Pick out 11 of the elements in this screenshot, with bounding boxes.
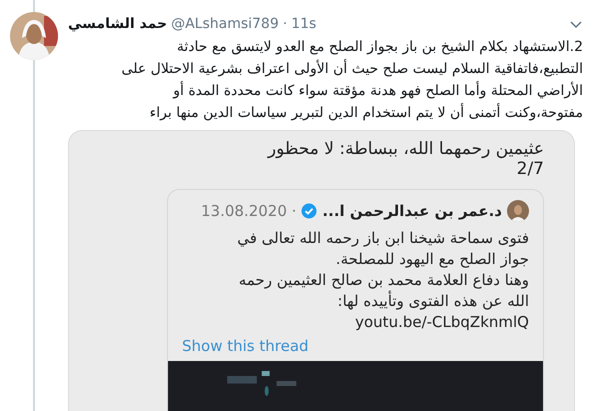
quoted-author: د.عمر بن عبدالرحمن ا... xyxy=(322,202,502,220)
quoted-date: · 13.08.2020 xyxy=(200,202,296,220)
author-handle[interactable]: @ALshamsi789 xyxy=(171,16,279,32)
avatar[interactable] xyxy=(10,12,58,60)
tweet-time[interactable]: 11s xyxy=(291,16,316,32)
tweet-text: 2.الاستشهاد بكلام الشيخ بن باز بجواز الصلح مع العدو لايتسق مع حادثة التطبيع،فاتفاقية السلام ليست صلح حيث أن الأولى اعتراف بشرعية الاحتلال على الأراضي المحتلة وأما الصلح فهو هدنة مؤقتة سواء كانت محددة المدة أو مفتوحة،وكنت أتمنى أن لا يتم استخدام الدين لتبرير سياسات الدين منها براء xyxy=(120,38,583,123)
separator-dot: · xyxy=(282,16,288,32)
quoted-avatar xyxy=(507,200,529,222)
author-name[interactable]: حمد الشامسي xyxy=(68,16,168,32)
show-thread-link: Show this thread xyxy=(182,337,310,355)
attached-screenshot[interactable] xyxy=(68,130,575,411)
